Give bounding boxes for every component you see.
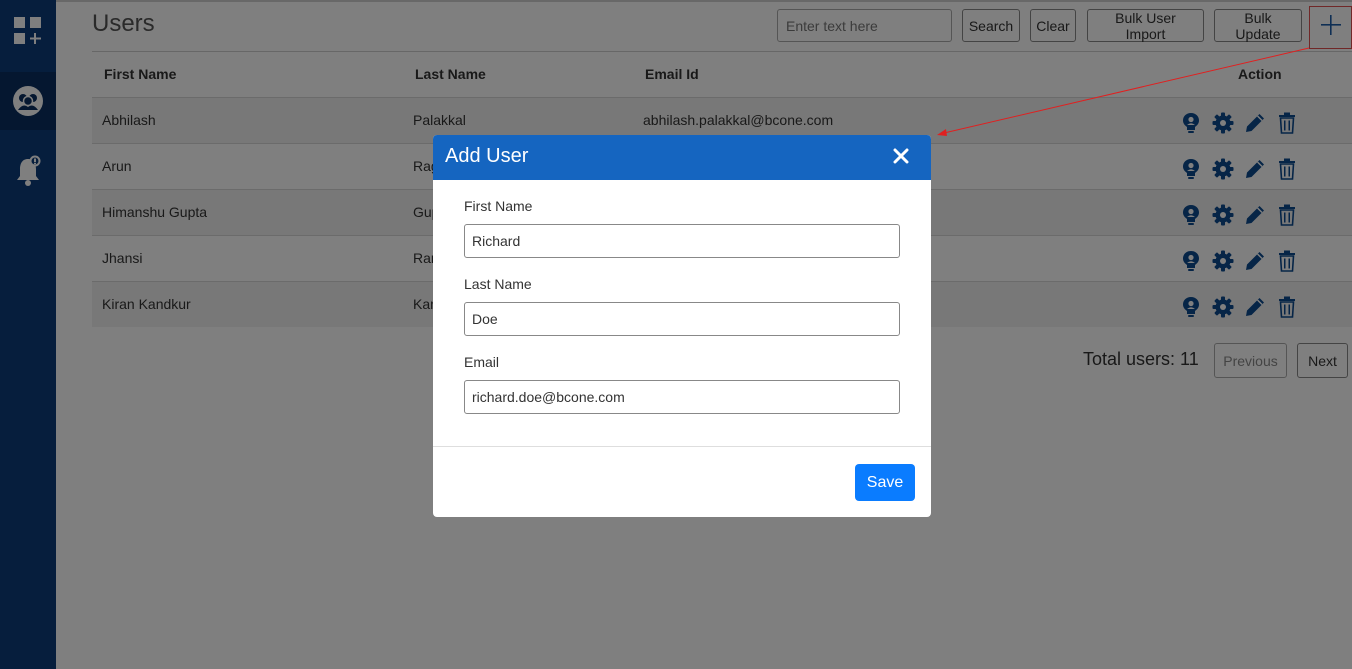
last-name-label: Last Name xyxy=(464,276,532,292)
modal-footer-divider xyxy=(433,446,931,447)
close-button[interactable] xyxy=(889,146,913,170)
close-icon xyxy=(893,148,909,169)
email-field[interactable] xyxy=(464,380,900,414)
email-label: Email xyxy=(464,354,500,370)
save-button[interactable]: Save xyxy=(855,464,915,501)
modal-header: Add User xyxy=(433,135,931,180)
add-user-modal: Add User First Name Last Name Email Save xyxy=(433,135,931,517)
first-name-field[interactable] xyxy=(464,224,900,258)
modal-title: Add User xyxy=(445,145,529,167)
first-name-label: First Name xyxy=(464,198,533,214)
last-name-field[interactable] xyxy=(464,302,900,336)
